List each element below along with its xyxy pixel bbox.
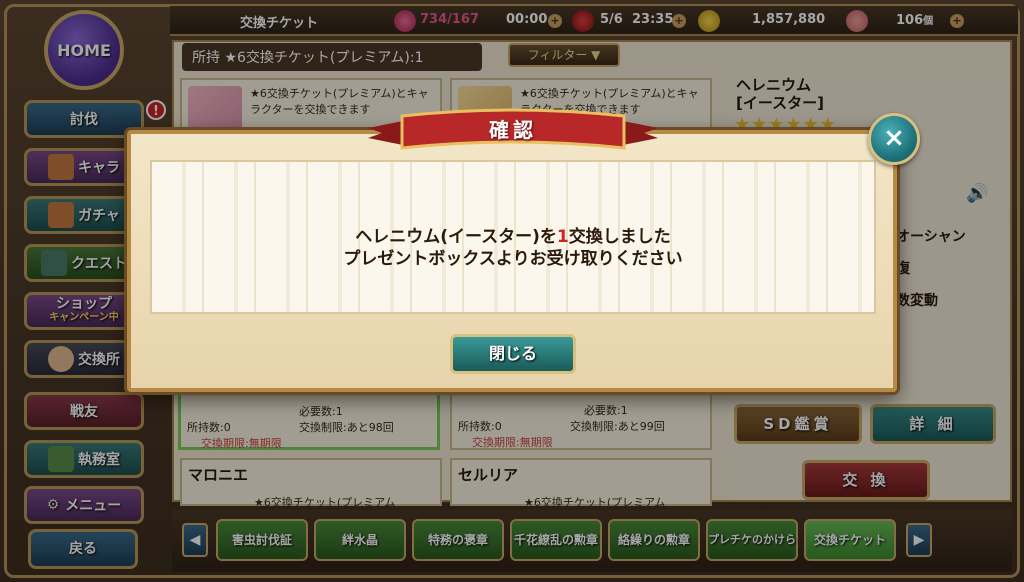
close-icon[interactable]: × — [868, 113, 920, 165]
close-button[interactable]: 閉じる — [450, 334, 576, 374]
present-box-notice: プレゼントボックスよりお受け取りください — [343, 249, 683, 269]
dialog-title: 確認 — [489, 118, 537, 142]
